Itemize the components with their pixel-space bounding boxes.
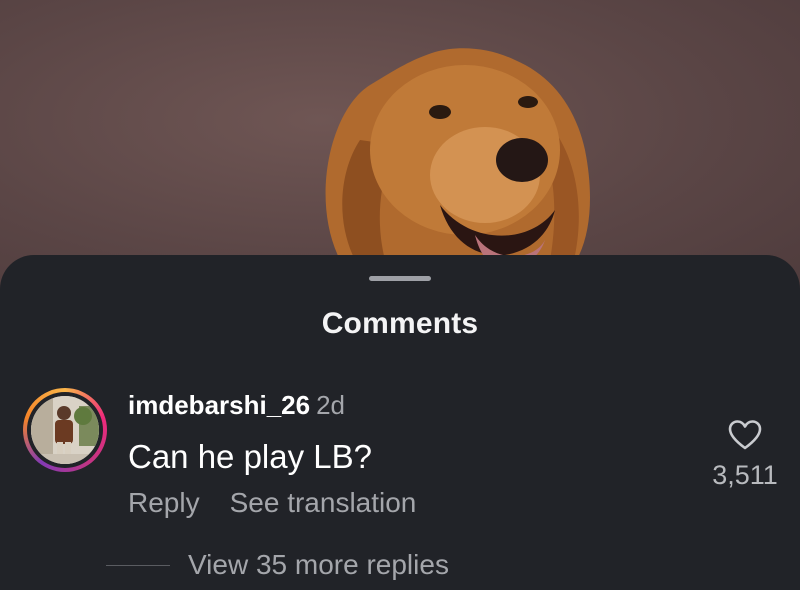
- replies-divider: [106, 565, 170, 566]
- reply-button[interactable]: Reply: [128, 487, 200, 518]
- view-more-replies-button[interactable]: View 35 more replies: [188, 549, 449, 581]
- sheet-title: Comments: [321, 307, 479, 340]
- drag-handle[interactable]: [369, 276, 431, 281]
- comment-username[interactable]: imdebarshi_26: [128, 390, 310, 420]
- dog-illustration: [320, 48, 620, 290]
- comment-text: Can he play LB?: [128, 438, 373, 475]
- avatar-photo: [31, 396, 99, 464]
- comment-timestamp: 2d: [316, 390, 346, 420]
- comment-actions: Reply See translation: [128, 487, 416, 519]
- heart-outline-icon[interactable]: [728, 419, 762, 451]
- see-translation-button[interactable]: See translation: [230, 487, 417, 518]
- comment-header: imdebarshi_26 2d: [128, 390, 345, 421]
- screen: Comments imdebarshi_26 2d Can he play LB…: [0, 0, 800, 590]
- avatar[interactable]: [31, 396, 99, 464]
- avatar-ring-gap: [27, 392, 103, 468]
- like-count: 3,511: [712, 460, 778, 490]
- comments-sheet: Comments imdebarshi_26 2d Can he play LB…: [0, 255, 800, 590]
- avatar-story-ring[interactable]: [23, 388, 107, 472]
